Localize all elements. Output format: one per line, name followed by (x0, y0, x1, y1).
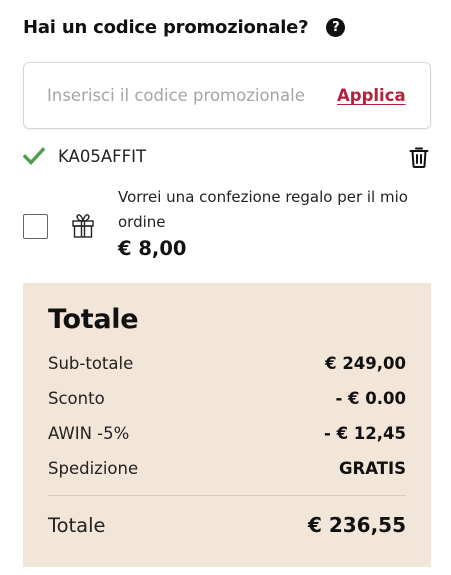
applied-code-row: KA05AFFIT (23, 142, 431, 170)
summary-row-shipping: Spedizione GRATIS (48, 456, 406, 480)
check-icon (23, 147, 45, 165)
trash-icon[interactable] (407, 145, 431, 169)
summary-row-value: GRATIS (338, 458, 406, 478)
summary-divider (48, 495, 406, 496)
applied-code-label: KA05AFFIT (58, 146, 147, 166)
gift-icon (72, 214, 94, 238)
summary-title: Totale (48, 304, 139, 335)
gift-wrap-price: € 8,00 (118, 237, 187, 260)
promo-title: Hai un codice promozionale? (23, 17, 309, 38)
summary-row-subtotal: Sub-totale € 249,00 (48, 351, 406, 375)
promo-header: Hai un codice promozionale? ? (23, 17, 346, 38)
summary-total-row: Totale € 236,55 (48, 510, 406, 540)
gift-wrap-label: Vorrei una confezione regalo per il mio … (118, 188, 408, 231)
summary-row-label: Sconto (48, 388, 105, 408)
summary-row-label: Spedizione (48, 458, 139, 478)
promo-code-input[interactable] (47, 86, 333, 105)
summary-row-value: - € 12,45 (323, 423, 406, 443)
apply-button[interactable]: Applica (337, 86, 406, 105)
summary-row-value: € 249,00 (325, 353, 406, 373)
summary-row-value: - € 0.00 (335, 388, 406, 408)
summary-row-label: AWIN -5% (48, 423, 130, 443)
gift-wrap-checkbox[interactable] (23, 214, 48, 239)
total-label: Totale (48, 513, 106, 537)
question-circle-icon[interactable]: ? (326, 18, 346, 37)
promo-code-box: Applica (23, 62, 431, 129)
total-value: € 236,55 (307, 513, 406, 537)
summary-row-awin: AWIN -5% - € 12,45 (48, 421, 406, 445)
order-summary: Totale Sub-totale € 249,00 Sconto - € 0.… (23, 283, 431, 567)
summary-row-discount: Sconto - € 0.00 (48, 386, 406, 410)
summary-row-label: Sub-totale (48, 353, 134, 373)
gift-wrap-option: Vorrei una confezione regalo per il mio … (23, 185, 431, 265)
